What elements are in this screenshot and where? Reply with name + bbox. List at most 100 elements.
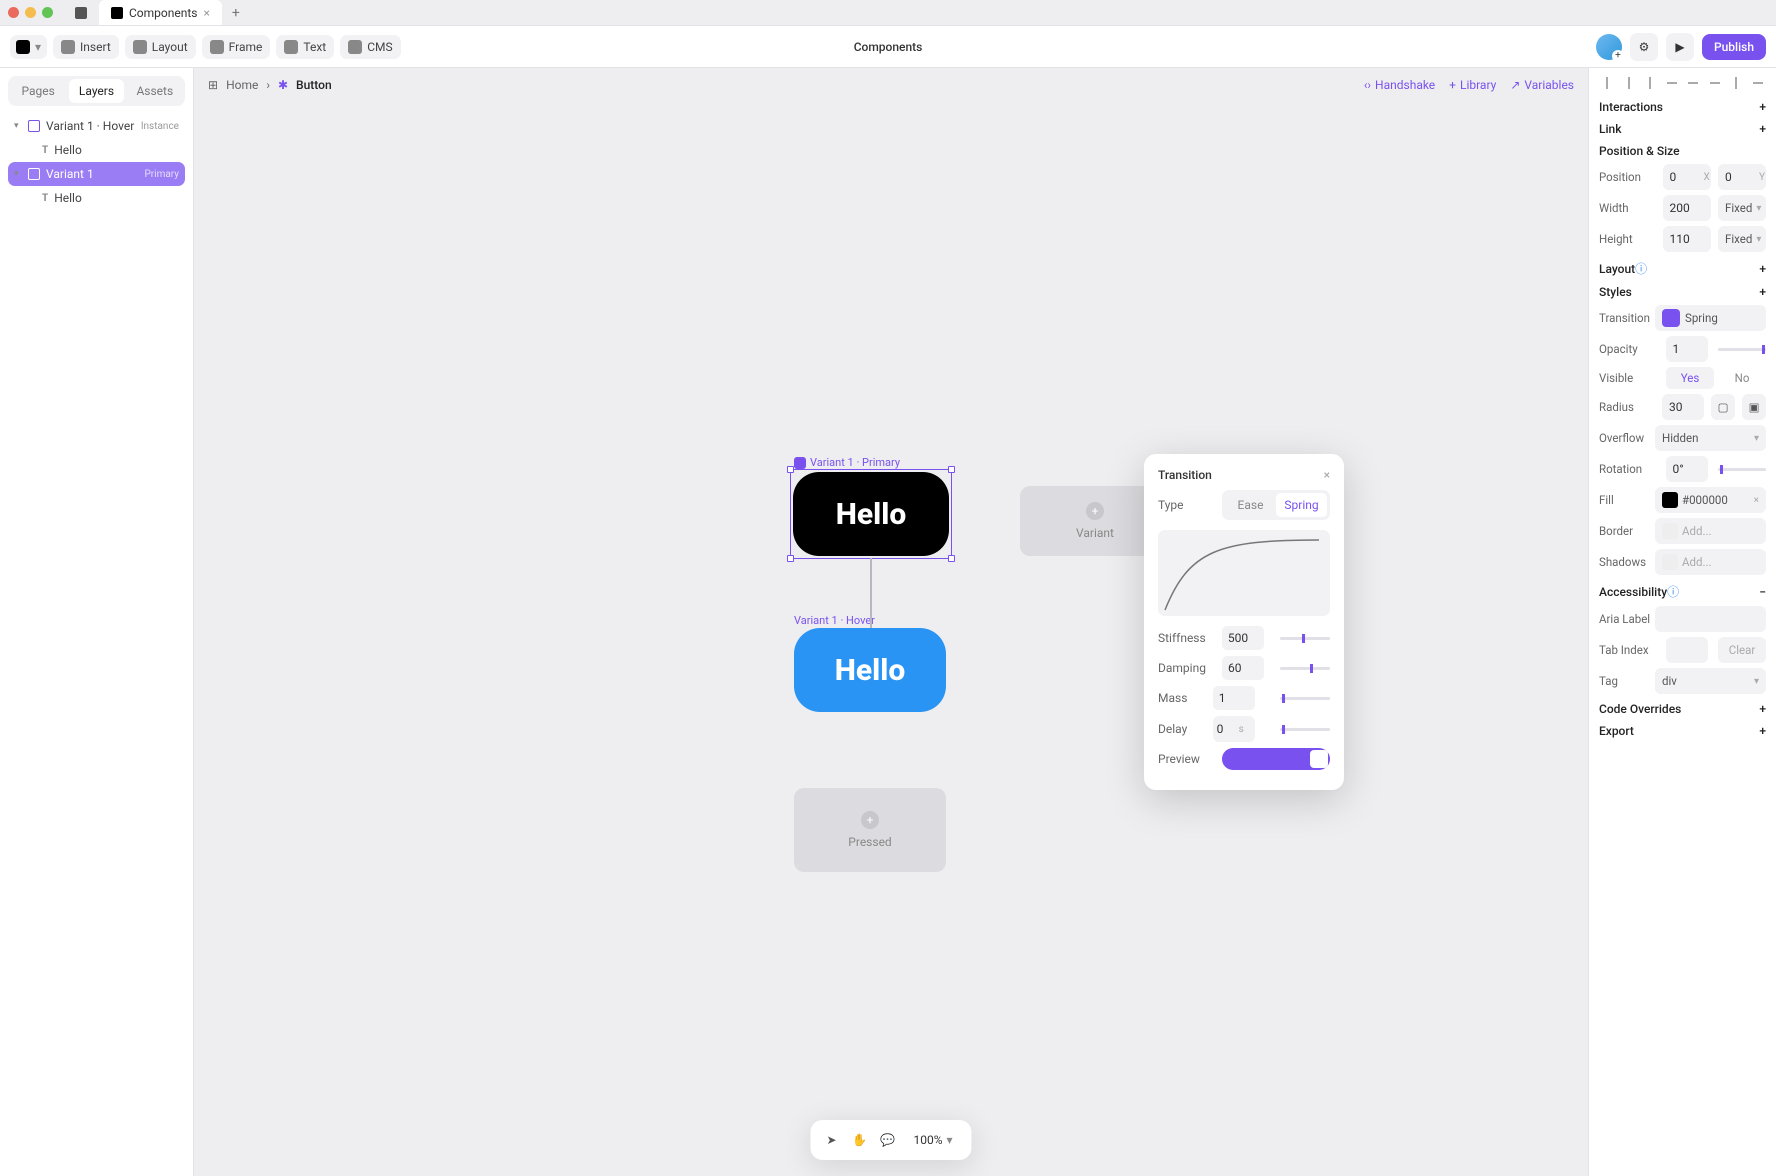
opacity-input[interactable] — [1673, 342, 1703, 356]
tab-layers[interactable]: Layers — [69, 79, 123, 103]
pos-y-input[interactable] — [1725, 170, 1755, 184]
alignment-row[interactable] — [1599, 76, 1766, 90]
comment-tool[interactable]: 💬 — [878, 1131, 896, 1149]
frame-button[interactable]: Frame — [202, 35, 271, 59]
add-pressed-placeholder[interactable]: + Pressed — [794, 788, 946, 872]
handshake-link[interactable]: ‹›Handshake — [1364, 78, 1435, 92]
opacity-slider[interactable] — [1718, 348, 1766, 351]
overflow-select[interactable]: Hidden▾ — [1655, 425, 1766, 451]
info-icon[interactable]: ⓘ — [1635, 260, 1647, 277]
text-button[interactable]: Text — [276, 35, 334, 59]
stiffness-slider[interactable] — [1280, 637, 1330, 640]
select-tool[interactable]: ➤ — [822, 1131, 840, 1149]
layer-variant-hover[interactable]: ▾Variant 1 · HoverInstance — [8, 114, 185, 138]
primary-variant[interactable]: Hello — [793, 472, 949, 556]
tab-assets[interactable]: Assets — [128, 79, 182, 103]
preview-button[interactable]: ▶ — [1666, 33, 1694, 61]
preview-toggle[interactable] — [1222, 748, 1330, 770]
publish-button[interactable]: Publish — [1702, 34, 1766, 60]
mass-input[interactable] — [1213, 686, 1255, 710]
library-link[interactable]: +Library — [1449, 78, 1496, 92]
add-style-button[interactable]: + — [1759, 285, 1766, 299]
info-icon[interactable]: ⓘ — [1667, 583, 1679, 600]
clear-tabindex-button[interactable]: Clear — [1718, 637, 1766, 663]
project-tab[interactable] — [63, 0, 99, 25]
align-h-center-icon[interactable] — [1621, 76, 1637, 90]
crumb-current: Button — [296, 78, 332, 92]
height-input[interactable] — [1670, 232, 1700, 246]
distribute-h-icon[interactable] — [1728, 76, 1744, 90]
ease-option[interactable]: Ease — [1225, 493, 1276, 517]
hover-variant[interactable]: Hello — [794, 628, 946, 712]
type-segmented[interactable]: Ease Spring — [1222, 490, 1330, 520]
radius-all-icon[interactable]: ▢ — [1711, 394, 1735, 420]
tab-components[interactable]: Components × — [99, 0, 222, 25]
export-heading: Export — [1599, 724, 1634, 738]
minimize-window-icon[interactable] — [25, 7, 36, 18]
variant-primary-label: Variant 1 · Primary — [794, 456, 900, 469]
settings-button[interactable]: ⚙ — [1630, 33, 1658, 61]
align-bottom-icon[interactable] — [1707, 76, 1723, 90]
cms-button[interactable]: CMS — [340, 35, 400, 59]
close-tab-icon[interactable]: × — [204, 6, 210, 20]
add-interaction-button[interactable]: + — [1759, 100, 1766, 114]
width-input[interactable] — [1670, 201, 1700, 215]
mass-slider[interactable] — [1280, 697, 1330, 700]
align-right-icon[interactable] — [1642, 76, 1658, 90]
delay-input[interactable] — [1217, 722, 1235, 736]
tab-pages[interactable]: Pages — [11, 79, 65, 103]
tag-select[interactable]: div▾ — [1655, 668, 1766, 694]
breadcrumb: ⊞ Home › ✱ Button — [208, 78, 332, 92]
add-tab-button[interactable]: + — [222, 5, 250, 21]
layer-variant-primary[interactable]: ▾Variant 1Primary — [8, 162, 185, 186]
add-export-button[interactable]: + — [1759, 724, 1766, 738]
zoom-window-icon[interactable] — [42, 7, 53, 18]
chevron-down-icon: ▾ — [947, 1133, 953, 1147]
spring-option[interactable]: Spring — [1276, 493, 1327, 517]
visible-toggle[interactable]: YesNo — [1666, 367, 1766, 389]
delay-slider[interactable] — [1280, 728, 1330, 731]
radius-input[interactable] — [1669, 400, 1699, 414]
aria-label-input[interactable] — [1662, 612, 1692, 626]
add-layout-button[interactable]: + — [1759, 262, 1766, 276]
close-window-icon[interactable] — [8, 7, 19, 18]
rotation-input[interactable] — [1673, 462, 1703, 476]
radius-corners-icon[interactable]: ▣ — [1742, 394, 1766, 420]
connector-line — [870, 558, 872, 628]
fill-field[interactable]: #000000× — [1655, 487, 1766, 513]
chevron-right-icon: › — [266, 78, 270, 92]
layout-heading: Layout — [1599, 262, 1635, 276]
transition-field[interactable]: Spring — [1655, 305, 1766, 331]
border-field[interactable]: Add... — [1655, 518, 1766, 544]
hand-tool[interactable]: ✋ — [850, 1131, 868, 1149]
border-swatch-icon — [1662, 523, 1678, 539]
variables-link[interactable]: ↗Variables — [1510, 78, 1574, 92]
pos-x-input[interactable] — [1670, 170, 1700, 184]
width-mode-select[interactable]: Fixed▾ — [1718, 195, 1766, 221]
damping-slider[interactable] — [1280, 667, 1330, 670]
rotation-slider[interactable] — [1718, 468, 1766, 471]
panel-tabs[interactable]: Pages Layers Assets — [8, 76, 185, 106]
collapse-icon[interactable]: − — [1759, 585, 1766, 599]
main-menu-button[interactable]: ▾ — [10, 35, 47, 59]
avatar[interactable] — [1596, 34, 1622, 60]
insert-button[interactable]: Insert — [53, 35, 119, 59]
crumb-home[interactable]: Home — [226, 78, 258, 92]
damping-input[interactable] — [1222, 656, 1264, 680]
tab-index-input[interactable] — [1673, 643, 1703, 657]
traffic-lights[interactable] — [8, 7, 53, 18]
distribute-v-icon[interactable] — [1750, 76, 1766, 90]
layer-text-hello[interactable]: THello — [8, 138, 185, 162]
layer-text-hello-2[interactable]: THello — [8, 186, 185, 210]
add-link-button[interactable]: + — [1759, 122, 1766, 136]
add-code-override-button[interactable]: + — [1759, 702, 1766, 716]
shadows-field[interactable]: Add... — [1655, 549, 1766, 575]
align-v-center-icon[interactable] — [1685, 76, 1701, 90]
align-left-icon[interactable] — [1599, 76, 1615, 90]
close-icon[interactable]: × — [1324, 468, 1330, 482]
stiffness-input[interactable] — [1222, 626, 1264, 650]
align-top-icon[interactable] — [1664, 76, 1680, 90]
height-mode-select[interactable]: Fixed▾ — [1718, 226, 1766, 252]
zoom-select[interactable]: 100%▾ — [906, 1127, 959, 1153]
layout-button[interactable]: Layout — [125, 35, 196, 59]
